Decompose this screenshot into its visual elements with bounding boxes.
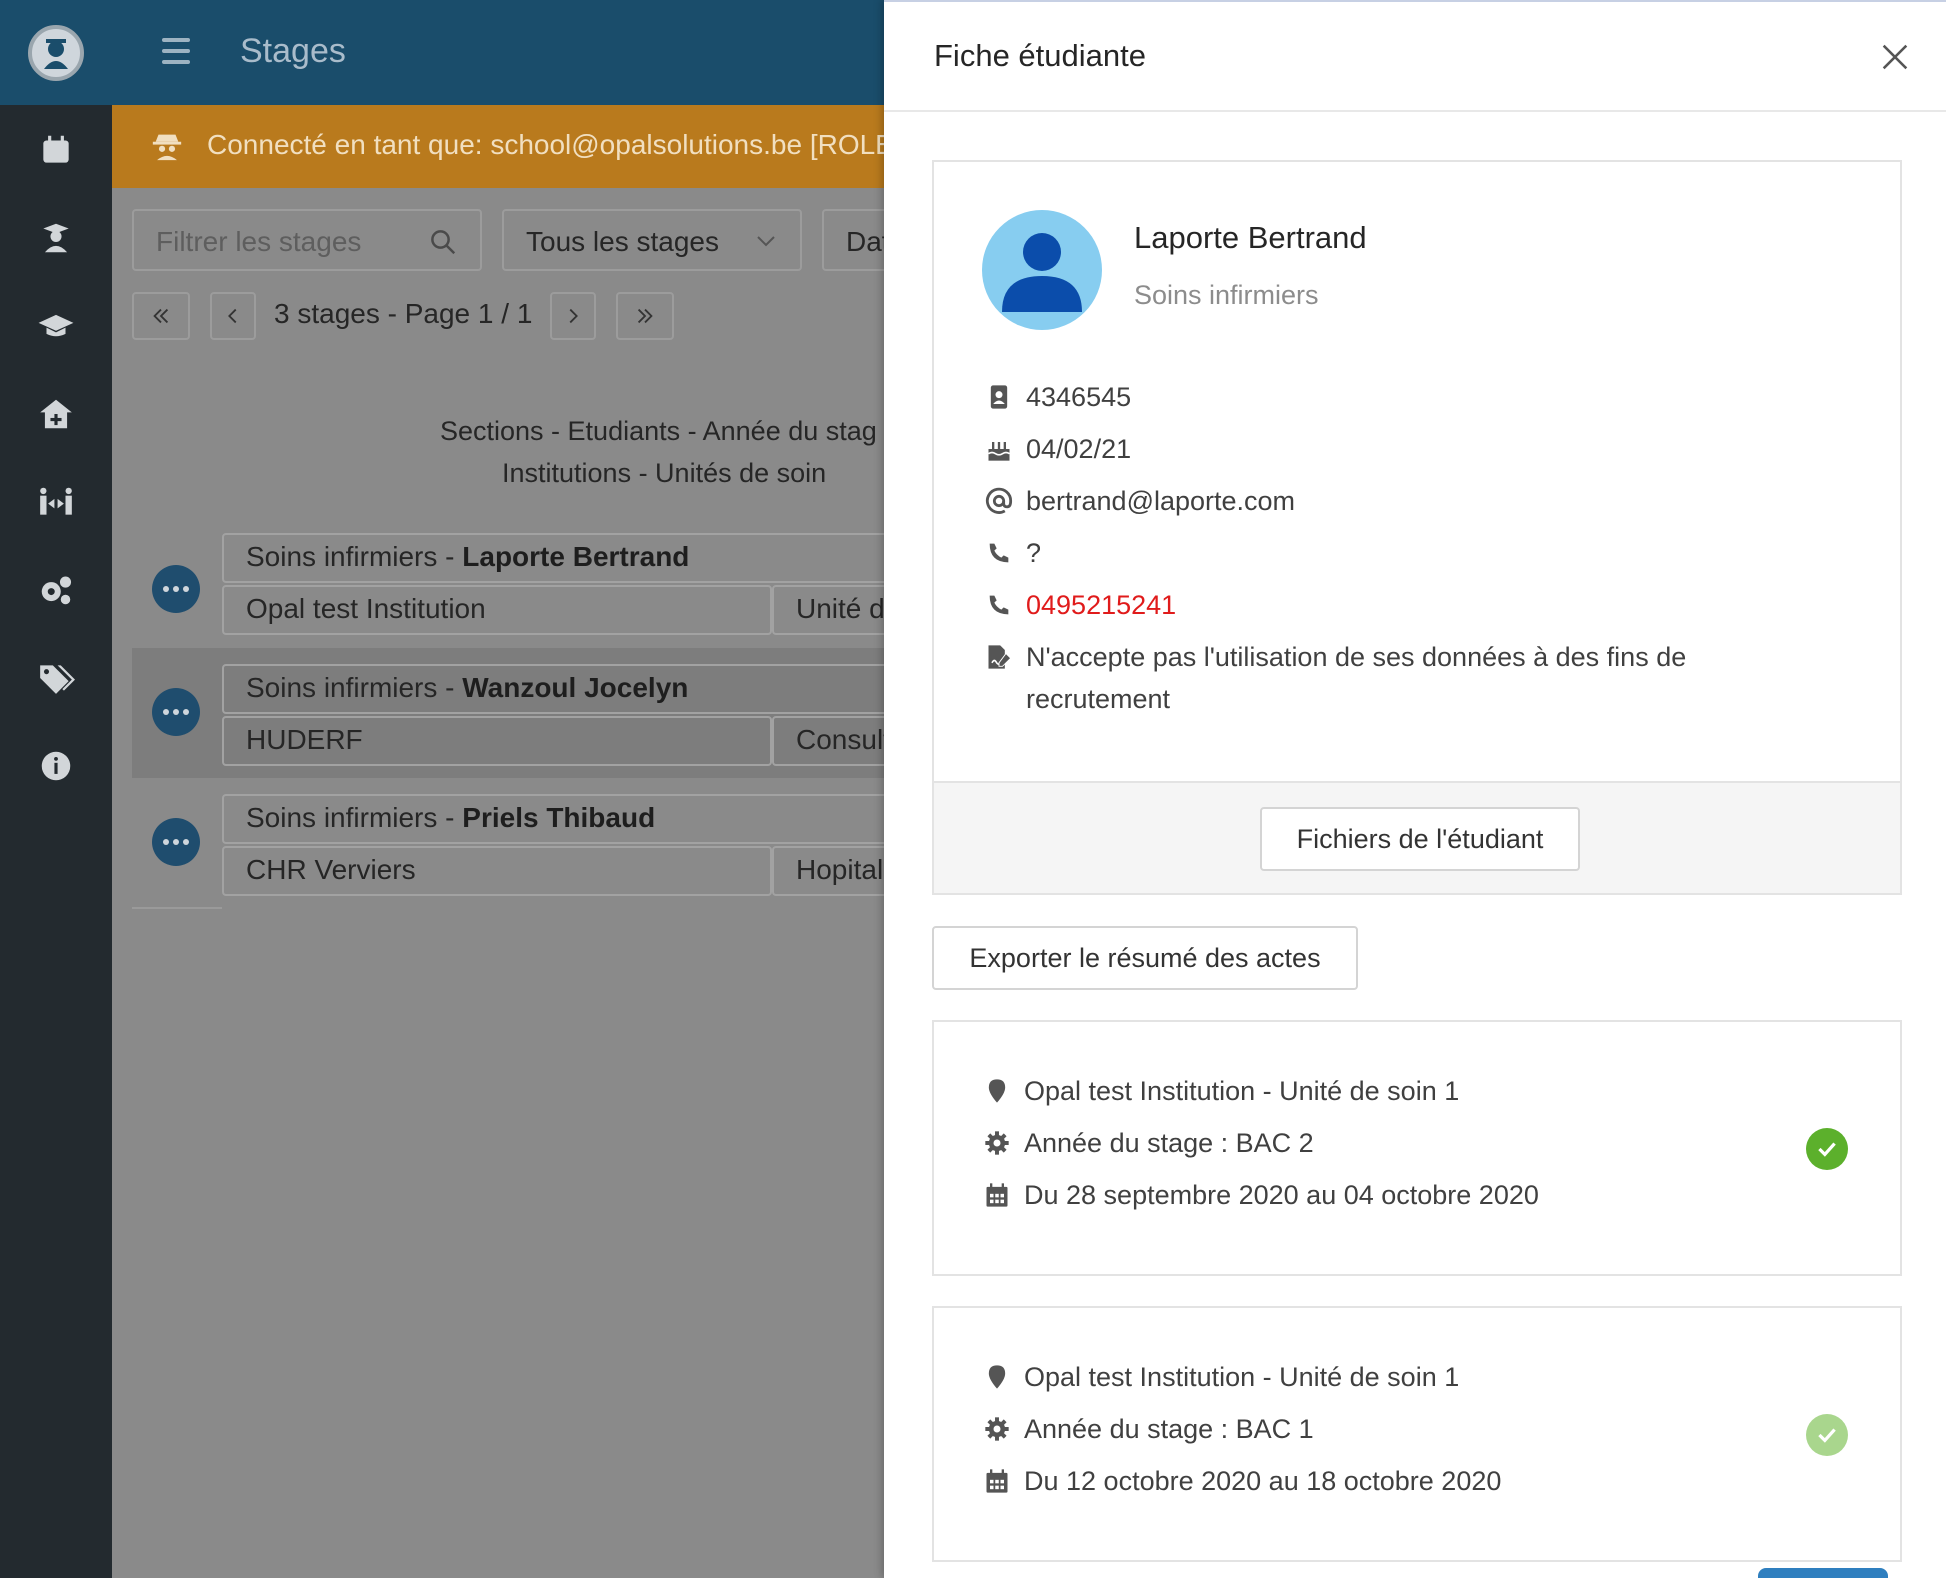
stage-institution-cell: HUDERF <box>222 716 772 766</box>
stage-row[interactable]: Soins infirmiers - Wanzoul Jocelyn HUDER… <box>132 648 992 778</box>
tags-icon[interactable] <box>0 648 112 708</box>
menu-icon[interactable] <box>162 38 190 66</box>
map-marker-icon <box>980 1360 1014 1394</box>
birthday-cake-icon <box>982 432 1016 466</box>
last-page-button[interactable] <box>616 292 674 340</box>
calendar-icon[interactable] <box>0 120 112 180</box>
double-chevron-left-icon <box>153 308 169 324</box>
sidebar <box>0 0 112 1578</box>
internship-year: Année du stage : BAC 2 <box>1024 1128 1314 1158</box>
page-title: Stages <box>240 32 346 70</box>
birthdate-line: 04/02/21 <box>982 432 1131 470</box>
pending-check-icon <box>1806 1414 1848 1456</box>
export-acts-button[interactable]: Exporter le résumé des actes <box>932 926 1358 990</box>
graduation-cap-icon[interactable] <box>0 296 112 356</box>
info-icon[interactable] <box>0 736 112 796</box>
filter-placeholder: Filtrer les stages <box>156 226 362 257</box>
student-mobile[interactable]: 0495215241 <box>1026 584 1176 626</box>
student-name: Laporte Bertrand <box>1134 220 1367 255</box>
internship-card[interactable]: Opal test Institution - Unité de soin 1 … <box>932 1020 1902 1276</box>
chevron-down-icon <box>757 236 775 247</box>
internship-place-line: Opal test Institution - Unité de soin 1 <box>980 1360 1459 1398</box>
internship-period-line: Du 12 octobre 2020 au 18 octobre 2020 <box>980 1464 1501 1502</box>
internship-period: Du 12 octobre 2020 au 18 octobre 2020 <box>1024 1466 1502 1496</box>
internship-place: Opal test Institution - Unité de soin 1 <box>1024 1076 1460 1106</box>
internship-card[interactable]: Opal test Institution - Unité de soin 1 … <box>932 1306 1902 1562</box>
chevron-left-icon <box>228 308 237 324</box>
phone-line: ? <box>982 536 1041 574</box>
student-consent: N'accepte pas l'utilisation de ses donné… <box>1026 642 1687 714</box>
pagination-info: 3 stages - Page 1 / 1 <box>274 298 533 329</box>
internship-year: Année du stage : BAC 1 <box>1024 1414 1314 1444</box>
drawer-title: Fiche étudiante <box>934 38 1146 73</box>
more-options-button[interactable] <box>152 818 200 866</box>
consent-line: N'accepte pas l'utilisation de ses donné… <box>982 640 1722 720</box>
search-icon <box>431 230 456 255</box>
divider <box>132 907 222 909</box>
stage-student-cell: Soins infirmiers - Laporte Bertrand <box>222 533 982 583</box>
chevron-right-icon <box>569 308 578 324</box>
calendar-icon <box>980 1178 1014 1212</box>
student-icon[interactable] <box>0 208 112 268</box>
matricule-line: 4346545 <box>982 380 1131 418</box>
scroll-top-button[interactable] <box>1758 1568 1888 1578</box>
calendar-icon <box>980 1464 1014 1498</box>
columns-legend-line1: Sections - Etudiants - Année du stag <box>440 416 877 446</box>
first-page-button[interactable] <box>132 292 190 340</box>
at-icon <box>982 484 1016 518</box>
validated-check-icon <box>1806 1128 1848 1170</box>
file-signature-icon <box>982 640 1016 674</box>
internship-year-line: Année du stage : BAC 2 <box>980 1126 1314 1164</box>
mobile-line: 0495215241 <box>982 588 1176 626</box>
settings-icon[interactable] <box>0 560 112 620</box>
stage-student-cell: Soins infirmiers - Wanzoul Jocelyn <box>222 664 982 714</box>
stage-row[interactable]: Soins infirmiers - Priels Thibaud CHR Ve… <box>132 778 992 908</box>
user-icon <box>1002 233 1082 312</box>
stage-institution-cell: CHR Verviers <box>222 846 772 896</box>
more-options-button[interactable] <box>152 688 200 736</box>
internship-year-line: Année du stage : BAC 1 <box>980 1412 1314 1450</box>
cog-icon <box>980 1126 1014 1160</box>
internship-period: Du 28 septembre 2020 au 04 octobre 2020 <box>1024 1180 1539 1210</box>
stage-student-cell: Soins infirmiers - Priels Thibaud <box>222 794 982 844</box>
stage-type-select[interactable]: Tous les stages <box>502 209 802 271</box>
people-arrows-icon[interactable] <box>0 472 112 532</box>
banner-text: Connecté en tant que: school@opalsolutio… <box>207 129 910 160</box>
columns-legend-line2: Institutions - Unités de soin <box>502 458 827 488</box>
email-line: bertrand@laporte.com <box>982 484 1295 522</box>
logo-area[interactable] <box>0 0 112 105</box>
internship-place-line: Opal test Institution - Unité de soin 1 <box>980 1074 1459 1112</box>
profile-card-footer: Fichiers de l'étudiant <box>934 781 1900 893</box>
stage-institution-cell: Opal test Institution <box>222 585 772 635</box>
student-profile-card: Laporte Bertrand Soins infirmiers 434654… <box>932 160 1902 895</box>
student-birthdate: 04/02/21 <box>1026 434 1132 464</box>
filter-stages-input[interactable]: Filtrer les stages <box>132 209 482 271</box>
hospital-icon[interactable] <box>0 384 112 444</box>
cog-icon <box>980 1412 1014 1446</box>
student-section: Soins infirmiers <box>1134 280 1319 310</box>
close-icon[interactable] <box>1878 40 1912 74</box>
stage-type-value: Tous les stages <box>526 226 719 257</box>
app-logo[interactable] <box>28 24 84 81</box>
student-drawer: Fiche étudiante Laporte Bertrand Soins i… <box>884 0 1946 1578</box>
internship-period-line: Du 28 septembre 2020 au 04 octobre 2020 <box>980 1178 1539 1216</box>
stage-row[interactable]: Soins infirmiers - Laporte Bertrand Opal… <box>132 525 992 655</box>
student-files-button[interactable]: Fichiers de l'étudiant <box>1260 807 1580 871</box>
next-page-button[interactable] <box>550 292 596 340</box>
avatar <box>982 210 1102 330</box>
id-card-icon <box>982 380 1016 414</box>
map-marker-icon <box>980 1074 1014 1108</box>
phone-icon <box>982 588 1016 622</box>
double-chevron-right-icon <box>637 308 653 324</box>
phone-icon <box>982 536 1016 570</box>
internship-place: Opal test Institution - Unité de soin 1 <box>1024 1362 1460 1392</box>
spy-icon <box>152 134 182 161</box>
logo-icon <box>44 38 68 69</box>
student-email: bertrand@laporte.com <box>1026 486 1296 516</box>
student-phone: ? <box>1026 538 1042 568</box>
prev-page-button[interactable] <box>210 292 256 340</box>
student-matricule: 4346545 <box>1026 382 1132 412</box>
drawer-header: Fiche étudiante <box>884 0 1946 112</box>
more-options-button[interactable] <box>152 565 200 613</box>
